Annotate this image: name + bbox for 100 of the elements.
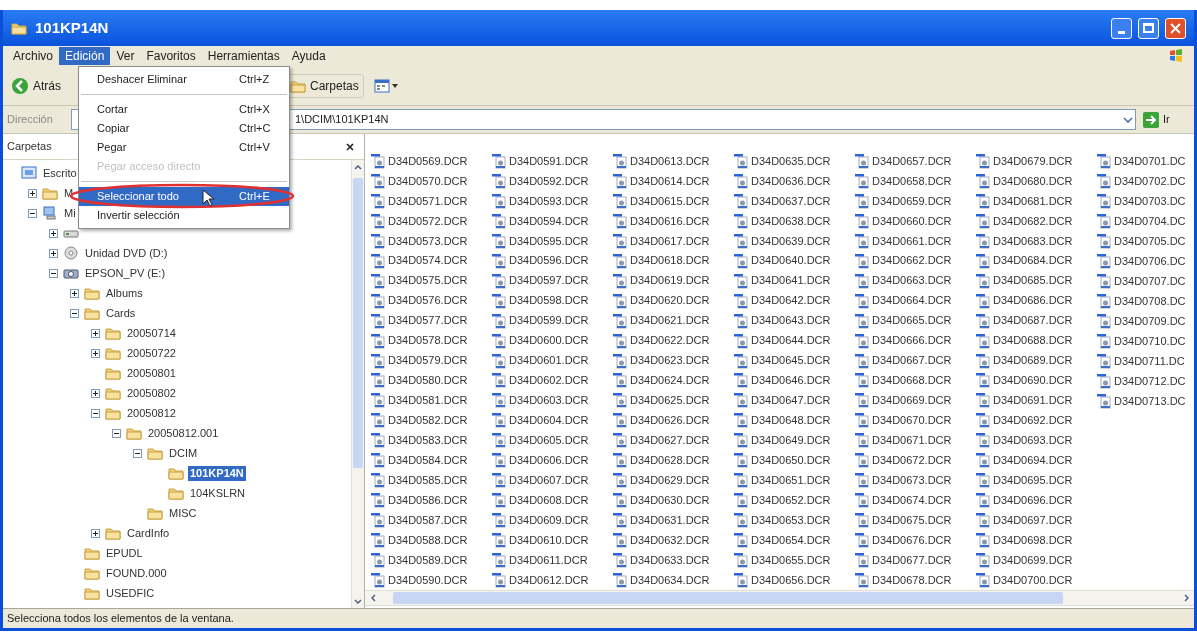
file-name[interactable]: D34D0640.DCR bbox=[751, 252, 831, 269]
file-name[interactable]: D34D0668.DCR bbox=[872, 372, 952, 389]
file-name[interactable]: D34D0658.DCR bbox=[872, 172, 952, 190]
go-button[interactable]: Ir bbox=[1142, 110, 1190, 129]
file-name[interactable]: D34D0645.DCR bbox=[751, 352, 831, 369]
file-name[interactable]: D34D0619.DCR bbox=[630, 272, 710, 289]
file-name[interactable]: D34D0696.DCR bbox=[993, 491, 1073, 509]
file-name[interactable]: D34D0708.DC bbox=[1114, 292, 1186, 310]
file-name[interactable]: D34D0596.DCR bbox=[509, 252, 589, 269]
file-name[interactable]: D34D0623.DCR bbox=[630, 352, 710, 369]
file-name[interactable]: D34D0588.DCR bbox=[388, 531, 468, 549]
file-name[interactable]: D34D0633.DCR bbox=[630, 551, 710, 569]
file-name[interactable]: D34D0641.DCR bbox=[751, 272, 831, 289]
file-name[interactable]: D34D0705.DC bbox=[1114, 232, 1186, 250]
file-name[interactable]: D34D0690.DCR bbox=[993, 372, 1073, 389]
file-name[interactable]: D34D0707.DC bbox=[1114, 272, 1186, 290]
file-name[interactable]: D34D0670.DCR bbox=[872, 412, 952, 429]
file-name[interactable]: D34D0660.DCR bbox=[872, 212, 952, 230]
file-name[interactable]: D34D0675.DCR bbox=[872, 511, 952, 529]
file-name[interactable]: D34D0662.DCR bbox=[872, 252, 952, 269]
file-name[interactable]: D34D0685.DCR bbox=[993, 272, 1073, 289]
back-button[interactable]: Atrás bbox=[11, 73, 61, 98]
file-name[interactable]: D34D0576.DCR bbox=[388, 292, 468, 309]
file-name[interactable]: D34D0620.DCR bbox=[630, 292, 710, 309]
file-name[interactable]: D34D0574.DCR bbox=[388, 252, 468, 269]
file-name[interactable]: D34D0650.DCR bbox=[751, 452, 831, 469]
file-name[interactable]: D34D0684.DCR bbox=[993, 252, 1073, 269]
file-name[interactable]: D34D0601.DCR bbox=[509, 352, 589, 369]
file-name[interactable]: D34D0693.DCR bbox=[993, 432, 1073, 449]
file-name[interactable]: D34D0683.DCR bbox=[993, 232, 1073, 250]
tree-item[interactable]: MISC bbox=[167, 505, 199, 521]
tree-item[interactable]: FOUND.000 bbox=[104, 565, 169, 581]
file-name[interactable]: D34D0605.DCR bbox=[509, 432, 589, 449]
file-name[interactable]: D34D0711.DC bbox=[1114, 352, 1185, 370]
file-name[interactable]: D34D0624.DCR bbox=[630, 372, 710, 389]
file-name[interactable]: D34D0626.DCR bbox=[630, 412, 710, 429]
file-name[interactable]: D34D0575.DCR bbox=[388, 272, 468, 289]
file-name[interactable]: D34D0688.DCR bbox=[993, 332, 1073, 349]
file-name[interactable]: D34D0657.DCR bbox=[872, 152, 952, 170]
file-name[interactable]: D34D0572.DCR bbox=[388, 212, 468, 230]
file-name[interactable]: D34D0629.DCR bbox=[630, 471, 710, 489]
file-name[interactable]: D34D0673.DCR bbox=[872, 471, 952, 489]
file-name[interactable]: D34D0569.DCR bbox=[388, 152, 468, 170]
file-name[interactable]: D34D0674.DCR bbox=[872, 491, 952, 509]
file-name[interactable]: D34D0586.DCR bbox=[388, 491, 468, 509]
tree-item[interactable]: Cards bbox=[104, 305, 138, 321]
file-name[interactable]: D34D0608.DCR bbox=[509, 491, 589, 509]
tree-item[interactable]: Mi bbox=[62, 205, 78, 221]
file-name[interactable]: D34D0689.DCR bbox=[993, 352, 1073, 369]
file-name[interactable]: D34D0700.DCR bbox=[993, 571, 1073, 589]
tree-item[interactable]: 20050714 bbox=[125, 325, 178, 341]
file-name[interactable]: D34D0667.DCR bbox=[872, 352, 952, 369]
file-name[interactable]: D34D0646.DCR bbox=[751, 372, 831, 389]
file-name[interactable]: D34D0682.DCR bbox=[993, 212, 1073, 230]
file-name[interactable]: D34D0585.DCR bbox=[388, 471, 468, 489]
file-name[interactable]: D34D0643.DCR bbox=[751, 312, 831, 329]
file-name[interactable]: D34D0706.DC bbox=[1114, 252, 1186, 270]
file-name[interactable]: D34D0713.DC bbox=[1114, 392, 1186, 410]
file-name[interactable]: D34D0602.DCR bbox=[509, 372, 589, 389]
file-name[interactable]: D34D0592.DCR bbox=[509, 172, 589, 190]
file-name[interactable]: D34D0617.DCR bbox=[630, 232, 710, 250]
file-name[interactable]: D34D0681.DCR bbox=[993, 192, 1073, 210]
file-name[interactable]: D34D0692.DCR bbox=[993, 412, 1073, 429]
file-name[interactable]: D34D0672.DCR bbox=[872, 452, 952, 469]
file-name[interactable]: D34D0664.DCR bbox=[872, 292, 952, 309]
file-name[interactable]: D34D0628.DCR bbox=[630, 452, 710, 469]
file-name[interactable]: D34D0656.DCR bbox=[751, 571, 831, 589]
file-name[interactable]: D34D0599.DCR bbox=[509, 312, 589, 329]
tree-item[interactable]: 20050812 bbox=[125, 405, 178, 421]
file-name[interactable]: D34D0680.DCR bbox=[993, 172, 1073, 190]
file-name[interactable]: D34D0593.DCR bbox=[509, 192, 589, 210]
menu-item[interactable]: Herramientas bbox=[201, 47, 286, 65]
file-name[interactable]: D34D0597.DCR bbox=[509, 272, 589, 289]
file-name[interactable]: D34D0698.DCR bbox=[993, 531, 1073, 549]
file-name[interactable]: D34D0611.DCR bbox=[509, 551, 588, 569]
file-name[interactable]: D34D0636.DCR bbox=[751, 172, 831, 190]
tree-item[interactable]: 20050722 bbox=[125, 345, 178, 361]
file-name[interactable]: D34D0598.DCR bbox=[509, 292, 589, 309]
tree-item[interactable]: Albums bbox=[104, 285, 145, 301]
file-name[interactable]: D34D0580.DCR bbox=[388, 372, 468, 389]
file-name[interactable]: D34D0710.DC bbox=[1114, 332, 1186, 350]
file-name[interactable]: D34D0582.DCR bbox=[388, 412, 468, 429]
file-name[interactable]: D34D0653.DCR bbox=[751, 511, 831, 529]
file-name[interactable]: D34D0652.DCR bbox=[751, 491, 831, 509]
file-name[interactable]: D34D0638.DCR bbox=[751, 212, 831, 230]
file-name[interactable]: D34D0581.DCR bbox=[388, 392, 468, 409]
tree-item[interactable]: 20050801 bbox=[125, 365, 178, 381]
menu-option[interactable]: Invertir selección bbox=[79, 206, 289, 225]
tree-item[interactable]: 101KP14N bbox=[188, 465, 246, 481]
file-name[interactable]: D34D0679.DCR bbox=[993, 152, 1073, 170]
file-name[interactable]: D34D0648.DCR bbox=[751, 412, 831, 429]
file-name[interactable]: D34D0661.DCR bbox=[872, 232, 952, 250]
file-name[interactable]: D34D0583.DCR bbox=[388, 432, 468, 449]
file-name[interactable]: D34D0651.DCR bbox=[751, 471, 831, 489]
file-name[interactable]: D34D0704.DC bbox=[1114, 212, 1186, 230]
file-name[interactable]: D34D0610.DCR bbox=[509, 531, 589, 549]
file-name[interactable]: D34D0703.DC bbox=[1114, 192, 1186, 210]
file-name[interactable]: D34D0590.DCR bbox=[388, 571, 468, 589]
file-name[interactable]: D34D0627.DCR bbox=[630, 432, 710, 449]
file-name[interactable]: D34D0659.DCR bbox=[872, 192, 952, 210]
